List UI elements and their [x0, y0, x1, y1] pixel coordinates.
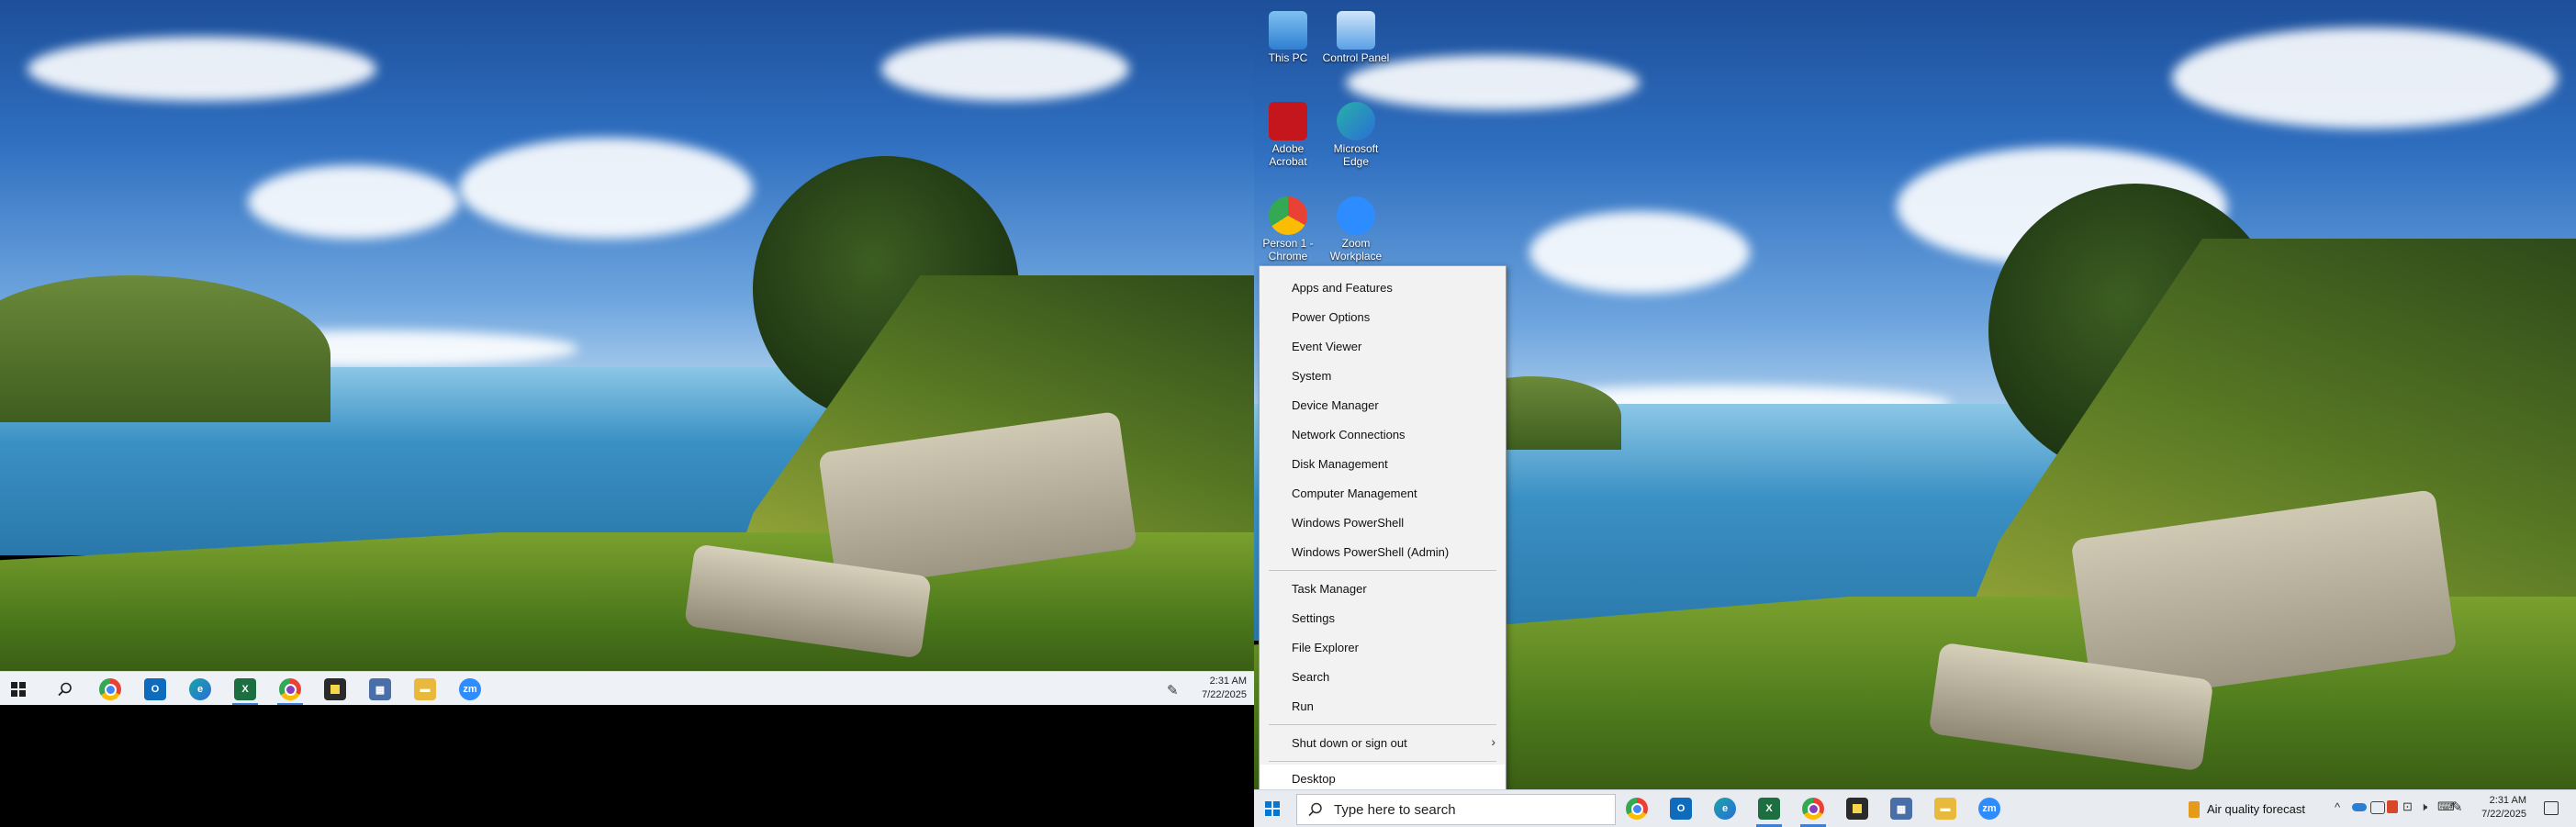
- desktop-icon-control-panel[interactable]: Control Panel: [1321, 11, 1391, 64]
- menu-item-settings[interactable]: Settings: [1260, 604, 1505, 631]
- acrobat-icon: [1269, 102, 1307, 140]
- calculator-icon[interactable]: ▦: [1890, 798, 1912, 820]
- right-clock[interactable]: 2:31 AM 7/22/2025: [2466, 794, 2526, 821]
- desktop-icon-label: Microsoft Edge: [1333, 142, 1379, 168]
- menu-separator: [1269, 761, 1496, 762]
- menu-item-windows-powershell-admin[interactable]: Windows PowerShell (Admin): [1260, 538, 1505, 565]
- outlook-icon[interactable]: O: [1670, 798, 1692, 820]
- file-explorer-icon[interactable]: ▬: [1934, 798, 1956, 820]
- sticky-notes-icon[interactable]: [1846, 798, 1868, 820]
- chrome-profile-icon[interactable]: [279, 678, 301, 700]
- chrome-icon: [1269, 196, 1307, 235]
- menu-item-task-manager[interactable]: Task Manager: [1260, 575, 1505, 602]
- chrome-icon[interactable]: [99, 678, 121, 700]
- outlook-icon[interactable]: O: [144, 678, 166, 700]
- tray-overflow-chevron-icon[interactable]: ^: [2335, 800, 2340, 814]
- menu-item-desktop[interactable]: Desktop: [1260, 765, 1505, 792]
- desktop-icon-label: Adobe Acrobat: [1269, 142, 1307, 168]
- search-icon: [1308, 802, 1322, 817]
- left-clock-date: 7/22/2025: [1202, 689, 1247, 700]
- cloud-sync-icon[interactable]: [2370, 801, 2385, 814]
- network-icon[interactable]: ⊡: [2402, 799, 2413, 814]
- edge-icon[interactable]: e: [189, 678, 211, 700]
- file-explorer-icon[interactable]: ▬: [414, 678, 436, 700]
- desktop-icon-zoom[interactable]: Zoom Workplace: [1321, 196, 1391, 263]
- menu-item-computer-management[interactable]: Computer Management: [1260, 479, 1505, 507]
- right-clock-time: 2:31 AM: [2489, 795, 2526, 806]
- shield-alert-icon[interactable]: [2387, 800, 2398, 813]
- left-empty-area: [0, 705, 1254, 826]
- edge-icon[interactable]: e: [1714, 798, 1736, 820]
- desktop-icon-person1-chrome[interactable]: Person 1 - Chrome: [1253, 196, 1323, 263]
- menu-separator: [1269, 724, 1496, 725]
- start-button[interactable]: [7, 678, 29, 700]
- chevron-right-icon: ›: [1491, 734, 1495, 749]
- left-clock[interactable]: 2:31 AM 7/22/2025: [1190, 675, 1247, 702]
- excel-icon[interactable]: X: [234, 678, 256, 700]
- left-taskbar: O e X ▦ ▬ zm ✎ 2:31 AM 7/22/2025: [0, 671, 1254, 706]
- left-clock-time: 2:31 AM: [1209, 676, 1247, 687]
- volume-icon[interactable]: 🕨: [2420, 799, 2427, 814]
- desktop-icon-this-pc[interactable]: This PC: [1253, 11, 1323, 64]
- notification-center-icon[interactable]: [2544, 801, 2559, 815]
- menu-item-disk-management[interactable]: Disk Management: [1260, 450, 1505, 477]
- control-panel-icon: [1337, 11, 1375, 50]
- menu-item-shut-down-or-sign-out[interactable]: Shut down or sign out ›: [1260, 729, 1505, 756]
- desktop-icon-label: Zoom Workplace: [1329, 237, 1383, 263]
- air-quality-icon: [2189, 801, 2200, 818]
- pen-icon[interactable]: ✎: [2451, 799, 2463, 815]
- menu-item-search[interactable]: Search: [1260, 663, 1505, 690]
- left-wallpaper: [0, 0, 1254, 671]
- menu-separator: [1269, 570, 1496, 571]
- menu-item-event-viewer[interactable]: Event Viewer: [1260, 332, 1505, 360]
- menu-item-device-manager[interactable]: Device Manager: [1260, 391, 1505, 419]
- desktop-icon-label: Control Panel: [1322, 51, 1390, 64]
- right-clock-date: 7/22/2025: [2481, 809, 2526, 820]
- sticky-notes-icon[interactable]: [324, 678, 346, 700]
- taskbar-search-box[interactable]: Type here to search: [1296, 794, 1616, 825]
- desktop-icon-adobe-acrobat[interactable]: Adobe Acrobat: [1253, 102, 1323, 168]
- excel-icon[interactable]: X: [1758, 798, 1780, 820]
- search-placeholder: Type here to search: [1334, 802, 1456, 818]
- zoom-icon[interactable]: zm: [1978, 798, 2000, 820]
- start-button[interactable]: [1261, 798, 1283, 820]
- desktop-icon-label: This PC: [1268, 51, 1308, 64]
- menu-item-file-explorer[interactable]: File Explorer: [1260, 633, 1505, 661]
- calculator-icon[interactable]: ▦: [369, 678, 391, 700]
- weather-label: Air quality forecast: [2207, 802, 2305, 816]
- windows-logo-icon: [1265, 801, 1280, 816]
- winx-context-menu: Apps and Features Power Options Event Vi…: [1259, 265, 1506, 798]
- menu-item-network-connections[interactable]: Network Connections: [1260, 420, 1505, 448]
- chrome-profile-icon[interactable]: [1802, 798, 1824, 820]
- onedrive-icon[interactable]: [2352, 803, 2367, 811]
- zoom-icon[interactable]: zm: [459, 678, 481, 700]
- edge-icon: [1337, 102, 1375, 140]
- desktop-icon-microsoft-edge[interactable]: Microsoft Edge: [1321, 102, 1391, 168]
- search-icon[interactable]: [54, 678, 76, 700]
- zoom-icon: [1337, 196, 1375, 235]
- windows-logo-icon: [11, 682, 26, 697]
- chrome-icon[interactable]: [1626, 798, 1648, 820]
- desktop-icon-label: Person 1 - Chrome: [1262, 237, 1314, 263]
- menu-item-windows-powershell[interactable]: Windows PowerShell: [1260, 508, 1505, 536]
- this-pc-icon: [1269, 11, 1307, 50]
- menu-item-run[interactable]: Run: [1260, 692, 1505, 720]
- menu-item-apps-and-features[interactable]: Apps and Features: [1260, 274, 1505, 301]
- pen-icon[interactable]: ✎: [1167, 682, 1179, 698]
- right-taskbar: Type here to search O e X ▦ ▬ zm Air qua…: [1254, 789, 2576, 827]
- menu-item-power-options[interactable]: Power Options: [1260, 303, 1505, 330]
- menu-item-system[interactable]: System: [1260, 362, 1505, 389]
